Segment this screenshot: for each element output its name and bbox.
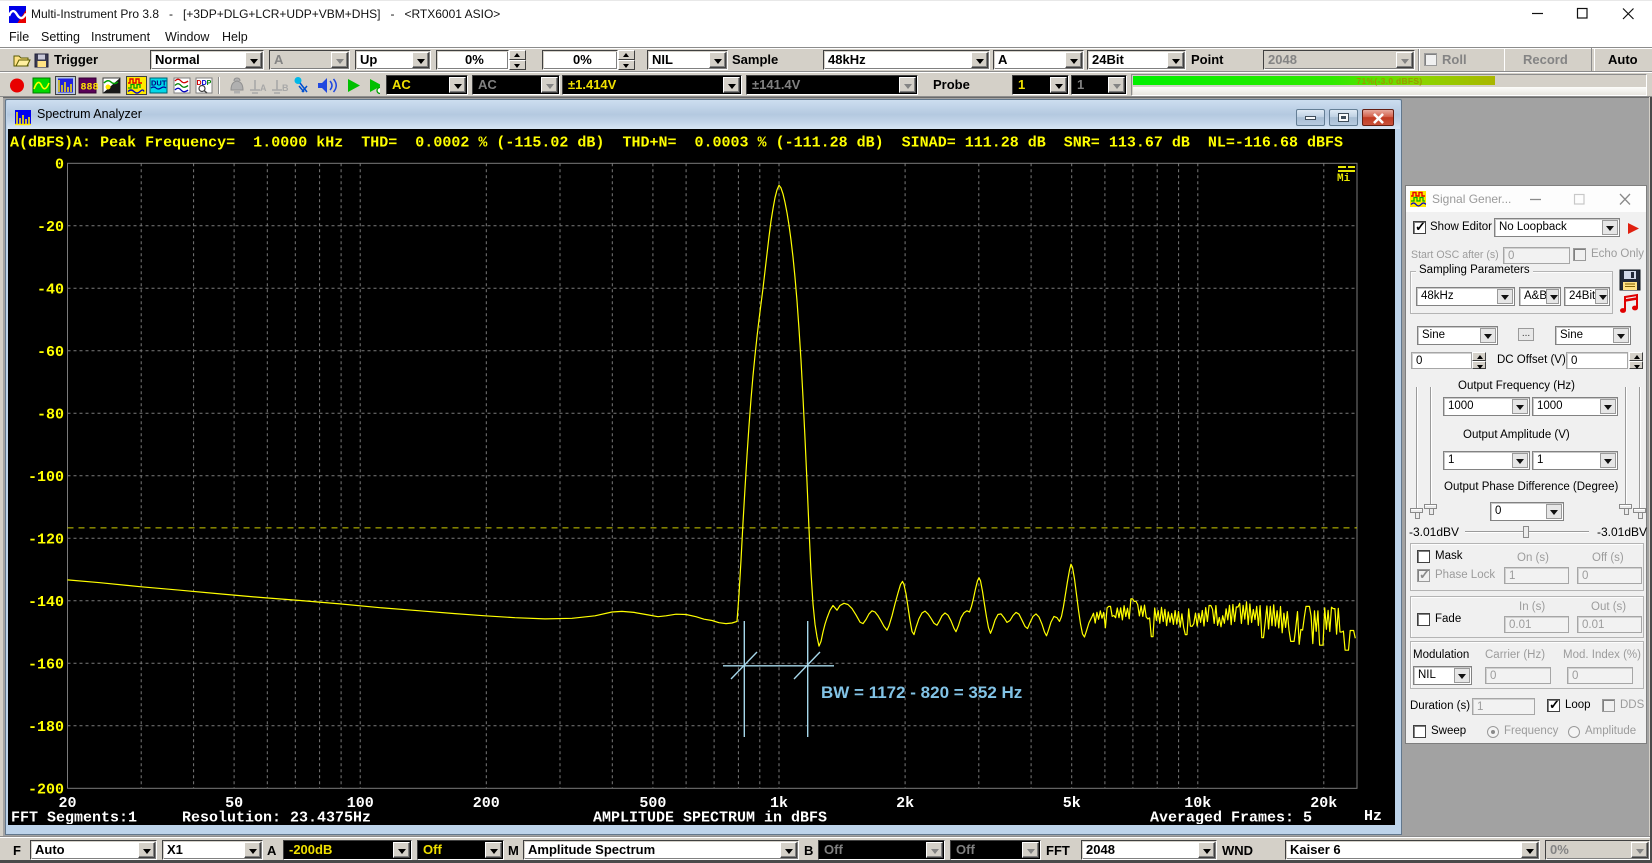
svg-text:888: 888 xyxy=(81,83,99,94)
svg-text:A(dBFS)A: Peak Frequency= 1.0: A(dBFS)A: Peak Frequency= 1.0000 kHz THD… xyxy=(10,135,1343,152)
svg-text:-80: -80 xyxy=(37,406,64,423)
svg-text:0: 0 xyxy=(55,156,64,173)
svg-text:-120: -120 xyxy=(28,531,64,548)
svg-text:A: A xyxy=(260,83,267,93)
svg-text:AMPLITUDE SPECTRUM in dBFS: AMPLITUDE SPECTRUM in dBFS xyxy=(593,810,827,825)
svg-text:-160: -160 xyxy=(28,656,64,673)
svg-text:DUT: DUT xyxy=(151,79,167,88)
svg-text:2k: 2k xyxy=(896,795,914,812)
svg-text:Mi: Mi xyxy=(1337,173,1351,185)
svg-text:FFT Segments:1 Resolution:: FFT Segments:1 Resolution: 23.4375Hz xyxy=(11,810,371,825)
svg-text:Averaged Frames: 5: Averaged Frames: 5 xyxy=(1150,810,1312,825)
svg-text:BW = 1172 - 820 = 352 Hz: BW = 1172 - 820 = 352 Hz xyxy=(821,683,1022,702)
svg-text:Hz: Hz xyxy=(1364,808,1382,824)
svg-text:-180: -180 xyxy=(28,719,64,736)
svg-text:20k: 20k xyxy=(1310,795,1337,812)
svg-text:-20: -20 xyxy=(37,219,64,236)
svg-text:-40: -40 xyxy=(37,281,64,298)
svg-text:-140: -140 xyxy=(28,594,64,611)
svg-text:-60: -60 xyxy=(37,344,64,361)
svg-text:200: 200 xyxy=(473,795,500,812)
svg-text:5k: 5k xyxy=(1063,795,1081,812)
svg-text:-100: -100 xyxy=(28,469,64,486)
svg-text:B: B xyxy=(282,83,289,93)
